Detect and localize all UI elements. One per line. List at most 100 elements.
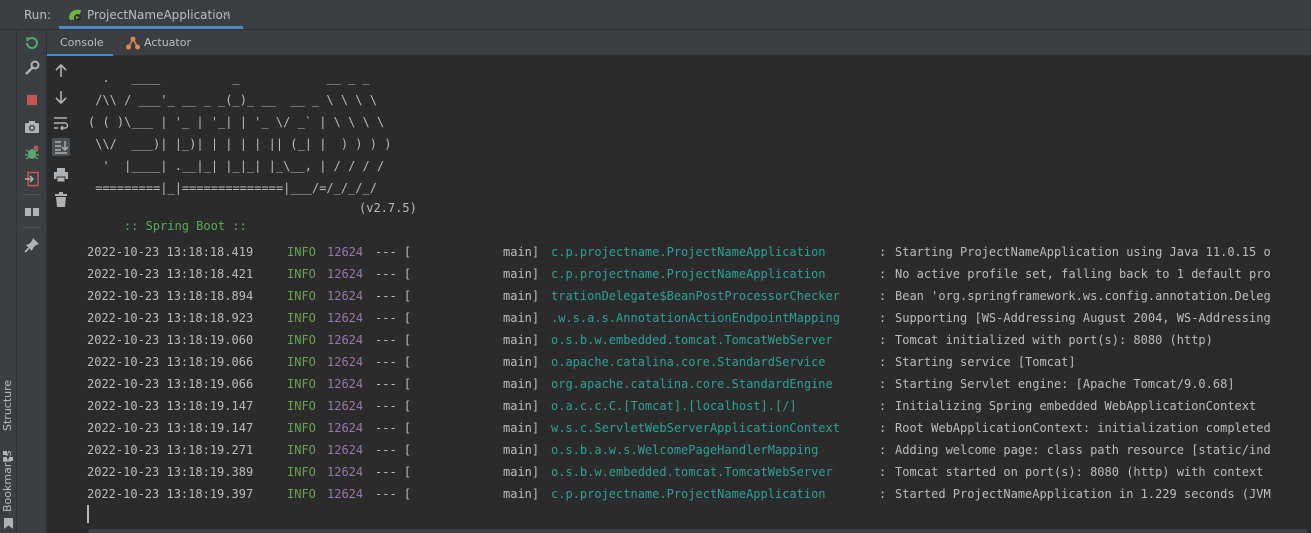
run-config-tab-label: ProjectNameApplication — [87, 8, 231, 22]
banner-line: ' |____| .__|_| |_|_| |_\__, | / / / / — [88, 159, 385, 173]
log-thread: main] — [503, 355, 540, 369]
log-logger[interactable]: o.s.b.w.embedded.tomcat.TomcatWebServer — [551, 329, 833, 351]
log-logger[interactable]: o.s.b.w.embedded.tomcat.TomcatWebServer — [551, 461, 833, 483]
stop-icon[interactable] — [24, 92, 40, 108]
close-icon[interactable]: × — [221, 7, 231, 21]
structure-tool-label: Structure — [1, 379, 14, 431]
log-logger[interactable]: o.apache.catalina.core.StandardService — [551, 351, 826, 373]
spring-boot-label: :: Spring Boot :: — [123, 219, 247, 233]
log-logger[interactable]: o.a.c.c.C.[Tomcat].[localhost].[/] — [551, 395, 797, 417]
exit-icon[interactable] — [24, 171, 40, 187]
log-line: 2022-10-23 13:18:19.147 INFO 12624 --- [mai… — [87, 395, 1311, 417]
log-timestamp: 2022-10-23 13:18:18.923 — [87, 311, 254, 325]
arrow-up-icon[interactable] — [52, 62, 70, 80]
log-level: INFO — [287, 465, 316, 479]
log-thread: main] — [503, 333, 540, 347]
log-separator: --- [ — [375, 377, 412, 391]
log-message: Starting Servlet engine: [Apache Tomcat/… — [895, 377, 1235, 391]
log-timestamp: 2022-10-23 13:18:18.894 — [87, 289, 254, 303]
log-colon: : — [879, 267, 887, 281]
log-level: INFO — [287, 289, 316, 303]
tab-actuator[interactable]: Actuator — [123, 30, 203, 56]
log-thread: main] — [503, 245, 540, 259]
console-output[interactable]: . ____ _ __ _ _ /\\ / ___'_ __ _ _(_)_ _… — [75, 56, 1311, 533]
log-line: 2022-10-23 13:18:18.894 INFO 12624 --- [mai… — [87, 285, 1311, 307]
log-level: INFO — [287, 399, 316, 413]
left-tool-strip: Structure Bookmarks — [0, 30, 17, 533]
run-config-tab[interactable]: ProjectNameApplication × — [59, 1, 243, 29]
print-icon[interactable] — [52, 166, 70, 184]
scroll-to-end-icon[interactable] — [52, 138, 70, 156]
log-thread: main] — [503, 421, 540, 435]
wrench-icon[interactable] — [24, 60, 40, 76]
spring-run-icon — [69, 9, 81, 21]
log-logger[interactable]: w.s.c.ServletWebServerApplicationContext — [551, 417, 840, 439]
bookmarks-tool-button[interactable]: Bookmarks — [0, 450, 17, 533]
log-line: 2022-10-23 13:18:19.389 INFO 12624 --- [mai… — [87, 461, 1311, 483]
log-message: Starting service [Tomcat] — [895, 355, 1076, 369]
spring-banner: . ____ _ __ _ _ /\\ / ___'_ __ _ _(_)_ _… — [88, 67, 391, 199]
log-logger[interactable]: c.p.projectname.ProjectNameApplication — [551, 241, 826, 263]
log-logger[interactable]: o.s.b.a.w.s.WelcomePageHandlerMapping — [551, 439, 818, 461]
log-level: INFO — [287, 333, 316, 347]
log-separator: --- [ — [375, 333, 412, 347]
log-timestamp: 2022-10-23 13:18:19.147 — [87, 421, 254, 435]
log-pid: 12624 — [327, 289, 364, 303]
horizontal-scrollbar[interactable] — [88, 529, 1308, 533]
log-separator: --- [ — [375, 311, 412, 325]
console-toolbar — [47, 56, 75, 533]
log-separator: --- [ — [375, 421, 412, 435]
log-logger[interactable]: c.p.projectname.ProjectNameApplication — [551, 483, 826, 505]
log-message: Tomcat started on port(s): 8080 (http) w… — [895, 465, 1264, 479]
log-logger[interactable]: trationDelegate$BeanPostProcessorChecker — [551, 285, 840, 307]
log-line: 2022-10-23 13:18:18.419 INFO 12624 --- [mai… — [87, 241, 1311, 263]
log-level: INFO — [287, 311, 316, 325]
log-line: 2022-10-23 13:18:18.421 INFO 12624 --- [mai… — [87, 263, 1311, 285]
pin-icon[interactable] — [24, 237, 40, 253]
actuator-icon — [126, 36, 140, 50]
log-message: Supporting [WS-Addressing August 2004, W… — [895, 311, 1271, 325]
log-colon: : — [879, 377, 887, 391]
layout-icon[interactable] — [24, 204, 40, 220]
log-timestamp: 2022-10-23 13:18:19.066 — [87, 377, 254, 391]
log-thread: main] — [503, 465, 540, 479]
debug-bug-icon[interactable] — [24, 145, 40, 161]
tab-actuator-label: Actuator — [144, 36, 191, 49]
log-message: Started ProjectNameApplication in 1.229 … — [895, 487, 1271, 501]
log-message: Tomcat initialized with port(s): 8080 (h… — [895, 333, 1213, 347]
log-line: 2022-10-23 13:18:19.066 INFO 12624 --- [mai… — [87, 373, 1311, 395]
log-pid: 12624 — [327, 333, 364, 347]
log-colon: : — [879, 465, 887, 479]
log-logger[interactable]: .w.s.a.s.AnnotationActionEndpointMapping — [551, 307, 840, 329]
spring-boot-version: (v2.7.5) — [359, 201, 417, 215]
log-level: INFO — [287, 487, 316, 501]
log-separator: --- [ — [375, 245, 412, 259]
log-colon: : — [879, 289, 887, 303]
bookmark-icon — [4, 518, 13, 529]
camera-icon[interactable] — [24, 119, 40, 135]
log-pid: 12624 — [327, 267, 364, 281]
log-line: 2022-10-23 13:18:19.397 INFO 12624 --- [mai… — [87, 483, 1311, 505]
rerun-icon[interactable] — [24, 35, 40, 51]
log-logger[interactable]: org.apache.catalina.core.StandardEngine — [551, 373, 833, 395]
banner-line: ( ( )\___ | '_ | '_| | '_ \/ _` | \ \ \ … — [88, 115, 385, 129]
log-logger[interactable]: c.p.projectname.ProjectNameApplication — [551, 263, 826, 285]
log-level: INFO — [287, 377, 316, 391]
trash-icon[interactable] — [52, 191, 70, 209]
log-line: 2022-10-23 13:18:19.271 INFO 12624 --- [mai… — [87, 439, 1311, 461]
toolbar-separator — [23, 227, 41, 228]
log-separator: --- [ — [375, 267, 412, 281]
log-message: No active profile set, falling back to 1… — [895, 267, 1271, 281]
log-pid: 12624 — [327, 421, 364, 435]
tab-console[interactable]: Console — [47, 30, 113, 57]
log-level: INFO — [287, 355, 316, 369]
log-timestamp: 2022-10-23 13:18:19.060 — [87, 333, 254, 347]
log-pid: 12624 — [327, 377, 364, 391]
log-timestamp: 2022-10-23 13:18:19.147 — [87, 399, 254, 413]
log-timestamp: 2022-10-23 13:18:19.271 — [87, 443, 254, 457]
log-timestamp: 2022-10-23 13:18:19.066 — [87, 355, 254, 369]
banner-line: =========|_|==============|___/=/_/_/_/ — [88, 181, 377, 195]
log-colon: : — [879, 421, 887, 435]
arrow-down-icon[interactable] — [52, 88, 70, 106]
soft-wrap-icon[interactable] — [52, 114, 70, 132]
